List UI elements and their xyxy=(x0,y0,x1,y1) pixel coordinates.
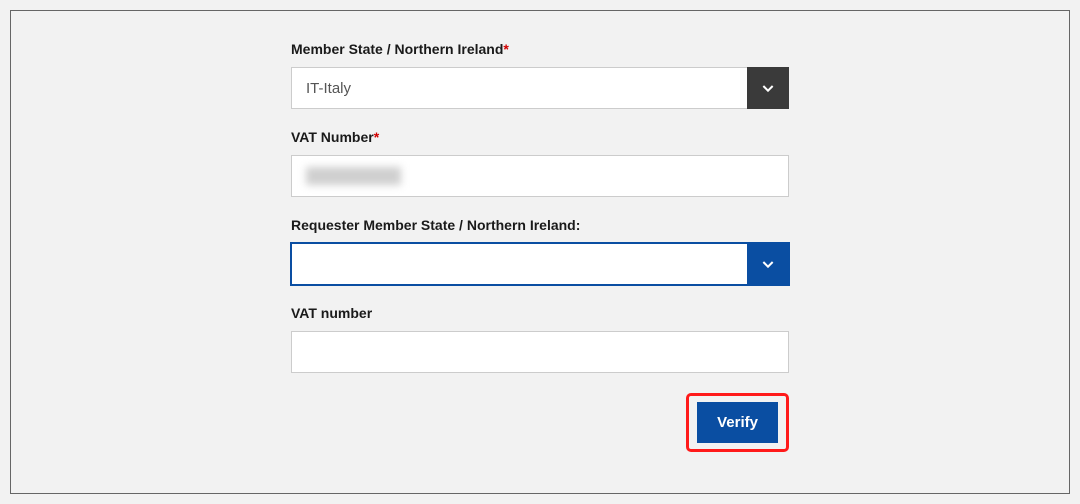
verify-highlight: Verify xyxy=(686,393,789,452)
redacted-value xyxy=(306,167,401,185)
chevron-down-icon xyxy=(760,256,776,272)
requester-vat-label: VAT number xyxy=(291,305,789,321)
form-panel: Member State / Northern Ireland* IT-Ital… xyxy=(10,10,1070,494)
required-asterisk: * xyxy=(374,129,379,145)
vat-number-label-text: VAT Number xyxy=(291,129,374,145)
member-state-select[interactable]: IT-Italy xyxy=(291,67,789,109)
requester-state-label: Requester Member State / Northern Irelan… xyxy=(291,217,789,233)
member-state-field: Member State / Northern Ireland* IT-Ital… xyxy=(291,41,789,109)
member-state-label: Member State / Northern Ireland* xyxy=(291,41,789,57)
vat-form: Member State / Northern Ireland* IT-Ital… xyxy=(291,41,789,452)
chevron-down-icon xyxy=(760,80,776,96)
required-asterisk: * xyxy=(503,41,508,57)
requester-vat-input[interactable] xyxy=(291,331,789,373)
requester-state-field: Requester Member State / Northern Irelan… xyxy=(291,217,789,285)
member-state-label-text: Member State / Northern Ireland xyxy=(291,41,503,57)
requester-state-select[interactable] xyxy=(291,243,789,285)
vat-number-label: VAT Number* xyxy=(291,129,789,145)
member-state-value: IT-Italy xyxy=(291,67,747,109)
requester-vat-field: VAT number xyxy=(291,305,789,373)
vat-number-field: VAT Number* xyxy=(291,129,789,197)
requester-state-dropdown-button[interactable] xyxy=(747,243,789,285)
requester-state-value xyxy=(291,243,747,285)
member-state-dropdown-button[interactable] xyxy=(747,67,789,109)
vat-number-input[interactable] xyxy=(291,155,789,197)
form-actions: Verify xyxy=(291,393,789,452)
verify-button[interactable]: Verify xyxy=(697,402,778,443)
